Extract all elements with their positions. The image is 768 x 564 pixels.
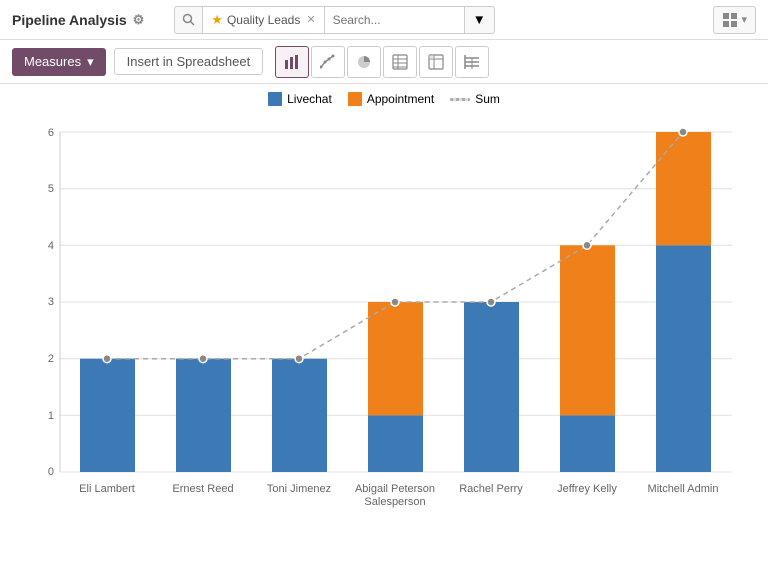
- x-label: Eli Lambert: [79, 483, 135, 495]
- sum-dot: [679, 128, 687, 136]
- svg-text:4: 4: [48, 240, 54, 252]
- favorite-chip: ★ Quality Leads ✕: [202, 6, 323, 34]
- insert-spreadsheet-button[interactable]: Insert in Spreadsheet: [114, 48, 264, 75]
- bar-abigail-peterson: Abigail Peterson Salesperson: [355, 302, 435, 508]
- x-label-sub: Salesperson: [364, 496, 425, 508]
- x-label: Ernest Reed: [172, 483, 233, 495]
- search-area: ★ Quality Leads ✕ ▼: [174, 6, 494, 34]
- bar-jeffrey-kelly: Jeffrey Kelly: [557, 245, 617, 495]
- search-dropdown-button[interactable]: ▼: [464, 6, 495, 34]
- appointment-bar: [560, 245, 615, 415]
- bar-eli-lambert: Eli Lambert: [79, 359, 135, 495]
- livechat-bar: [80, 359, 135, 472]
- bar-rachel-perry: Rachel Perry: [459, 302, 523, 495]
- search-button[interactable]: [174, 6, 202, 34]
- chart-area: Livechat Appointment Sum 6 5 4: [0, 84, 768, 546]
- livechat-label: Livechat: [287, 92, 332, 106]
- toolbar: Measures ▾ Insert in Spreadsheet: [0, 40, 768, 84]
- x-label: Jeffrey Kelly: [557, 483, 617, 495]
- favorite-label: Quality Leads: [227, 13, 300, 27]
- bar-chart-button[interactable]: [275, 46, 309, 78]
- svg-text:1: 1: [48, 410, 54, 422]
- bar-toni-jimenez: Toni Jimenez: [267, 359, 331, 495]
- sum-dot: [391, 298, 399, 306]
- gear-icon[interactable]: ⚙: [133, 12, 145, 28]
- view-toggle-button[interactable]: ▾: [713, 6, 756, 34]
- star-icon: ★: [211, 12, 223, 28]
- chart-svg: 6 5 4 3 2 1 0: [12, 112, 756, 542]
- legend-appointment: Appointment: [348, 92, 434, 106]
- chart-type-buttons: [275, 46, 489, 78]
- livechat-bar: [560, 415, 615, 472]
- appointment-label: Appointment: [367, 92, 434, 106]
- appointment-bar: [368, 302, 423, 415]
- dropdown-arrow: ▼: [473, 12, 486, 27]
- bar-mitchell-admin: Mitchell Admin: [648, 132, 719, 495]
- pie-chart-button[interactable]: [347, 46, 381, 78]
- svg-text:0: 0: [48, 466, 54, 478]
- insert-label: Insert in Spreadsheet: [127, 54, 251, 69]
- livechat-color-box: [268, 92, 282, 106]
- x-label: Abigail Peterson: [355, 483, 435, 495]
- livechat-bar: [656, 245, 711, 472]
- appointment-bar: [656, 132, 711, 245]
- pivot-view-button[interactable]: [419, 46, 453, 78]
- measures-label: Measures: [24, 54, 81, 69]
- bar-ernest-reed: Ernest Reed: [172, 359, 233, 495]
- x-label: Rachel Perry: [459, 483, 523, 495]
- sum-dot: [199, 355, 207, 363]
- livechat-bar: [176, 359, 231, 472]
- svg-text:2: 2: [48, 353, 54, 365]
- x-label: Mitchell Admin: [648, 483, 719, 495]
- sum-dot: [295, 355, 303, 363]
- chip-close-button[interactable]: ✕: [306, 13, 315, 26]
- bar-chart: 6 5 4 3 2 1 0: [12, 112, 756, 542]
- sum-dot: [103, 355, 111, 363]
- sum-label: Sum: [475, 92, 500, 106]
- livechat-bar: [464, 302, 519, 472]
- sum-dot: [487, 298, 495, 306]
- page-title: Pipeline Analysis ⚙: [12, 12, 144, 28]
- chart-legend: Livechat Appointment Sum: [12, 92, 756, 106]
- pivot-alt-view-button[interactable]: [455, 46, 489, 78]
- sum-dot: [583, 241, 591, 249]
- appointment-color-box: [348, 92, 362, 106]
- livechat-bar: [368, 415, 423, 472]
- measures-button[interactable]: Measures ▾: [12, 48, 106, 76]
- legend-livechat: Livechat: [268, 92, 332, 106]
- svg-text:5: 5: [48, 183, 54, 195]
- livechat-bar: [272, 359, 327, 472]
- line-chart-button[interactable]: [311, 46, 345, 78]
- x-label: Toni Jimenez: [267, 483, 331, 495]
- measures-arrow-icon: ▾: [87, 54, 94, 70]
- sum-line-indicator: [450, 98, 470, 101]
- svg-text:6: 6: [48, 127, 54, 139]
- title-text: Pipeline Analysis: [12, 12, 127, 28]
- legend-sum: Sum: [450, 92, 500, 106]
- svg-text:3: 3: [48, 296, 54, 308]
- table-view-button[interactable]: [383, 46, 417, 78]
- search-input[interactable]: [324, 6, 464, 34]
